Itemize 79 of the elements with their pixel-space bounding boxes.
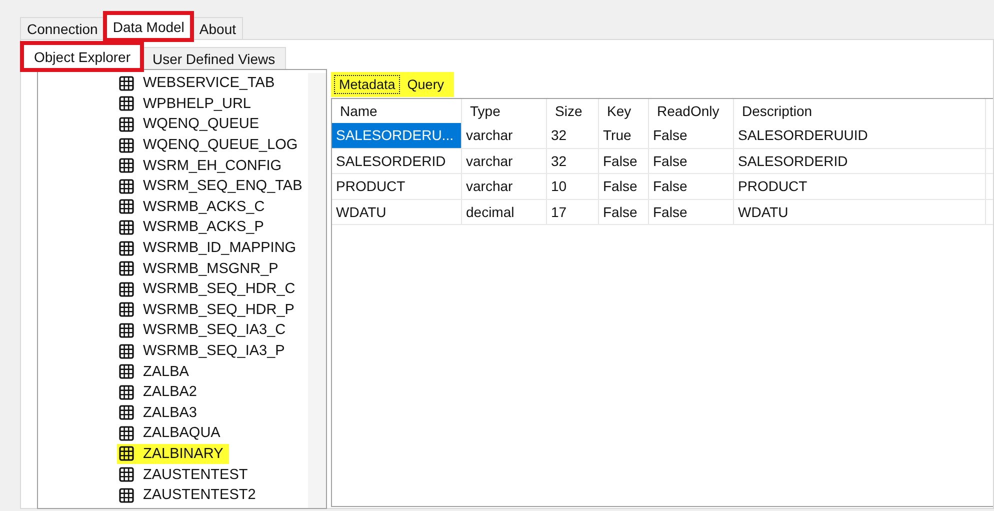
table-icon (119, 96, 134, 112)
tab[interactable]: Metadata (333, 74, 402, 95)
table-icon (119, 488, 134, 503)
table-cell-text: False (602, 202, 638, 222)
tree-item[interactable]: WSRMB_ACKS_P (117, 217, 270, 238)
table-cell-text: False (652, 152, 688, 170)
tab[interactable]: Connection (20, 17, 105, 39)
table-icon (119, 178, 134, 194)
tree-item[interactable]: WSRMB_SEQ_HDR_C (117, 278, 302, 300)
tree-item[interactable]: WSRM_EH_CONFIG (117, 155, 288, 176)
table-cell-text: SALESORDERUUID (737, 126, 869, 145)
table-cell-text: varchar (465, 152, 514, 170)
table-cell-text: 17 (550, 202, 568, 222)
tab[interactable]: User Defined Views (141, 47, 286, 69)
table-icon (119, 344, 134, 359)
table-icon (119, 220, 134, 235)
tree-item[interactable]: ZALBA2 (117, 382, 203, 402)
tree-item[interactable]: WSRMB_SEQ_IA3_C (117, 320, 292, 341)
table-icon (119, 116, 134, 132)
table-cell-text: decimal (465, 202, 516, 222)
tree-item[interactable]: WSRMB_SEQ_HDR_P (117, 300, 300, 320)
column-header[interactable]: ReadOnly (649, 99, 734, 123)
tab[interactable]: Data Model (106, 14, 192, 39)
column-header[interactable]: Size (547, 99, 599, 123)
tab[interactable]: Query (401, 74, 450, 95)
table-cell-text: varchar (465, 177, 514, 196)
table-icon (119, 384, 134, 400)
tab[interactable]: Object Explorer (23, 44, 142, 69)
table-cell-text: PRODUCT (737, 177, 808, 196)
table-cell-text: varchar (465, 126, 514, 145)
tree-item[interactable]: WSRM_SEQ_ENQ_TAB (117, 176, 308, 197)
table-icon (119, 261, 134, 276)
table-cell-text: SALESORDERID (737, 152, 849, 170)
table-icon (119, 405, 134, 420)
table-icon (119, 282, 134, 297)
table-cell[interactable]: PRODUCT (332, 174, 461, 198)
tree-item[interactable]: WEBSERVICE_TAB (117, 73, 281, 94)
table-cell-text: False (602, 152, 638, 170)
tree-item[interactable]: WQENQ_QUEUE (117, 114, 266, 135)
table-icon (119, 302, 134, 318)
table-cell-text: False (652, 202, 688, 222)
table-icon (119, 322, 134, 338)
table-icon (119, 364, 134, 380)
table-cell-text: 32 (550, 126, 568, 145)
table-cell-text: 10 (550, 177, 568, 196)
table-cell-text: False (652, 126, 688, 145)
tree-item[interactable]: ZAUSTENTEST (117, 464, 254, 485)
tree-item[interactable]: ZALBA3 (117, 402, 203, 424)
table-cell-text: False (602, 177, 638, 196)
table-icon (119, 467, 134, 482)
table-icon (119, 76, 134, 91)
table-cell-text: 32 (550, 152, 568, 170)
tree-item[interactable]: WPBHELP_URL (117, 94, 257, 114)
tree-item[interactable]: WSRMB_ID_MAPPING (117, 238, 302, 258)
column-header[interactable]: Type (462, 99, 547, 123)
tree-item[interactable]: WSRMB_MSGNR_P (117, 258, 284, 279)
table-cell-text: True (602, 126, 632, 145)
scrollbar[interactable] (308, 73, 326, 508)
tree-item[interactable]: ZALBAQUA (117, 423, 226, 444)
tree-item[interactable]: WSRMB_ACKS_C (117, 196, 271, 218)
table-cell[interactable]: WDATU (332, 200, 461, 224)
table-cell[interactable]: SALESORDERU... (332, 123, 461, 148)
table-icon (119, 426, 134, 441)
table-icon (119, 158, 134, 174)
tree-item[interactable]: ZALBA (117, 361, 195, 382)
tree-item[interactable]: ZAUSTENTEST2 (117, 484, 262, 506)
table-cell-text: False (652, 177, 688, 196)
tree-item[interactable]: WSRMB_SEQ_IA3_P (117, 340, 291, 362)
table-icon (119, 138, 134, 153)
column-header[interactable]: Description (734, 99, 986, 123)
table-cell[interactable]: SALESORDERID (332, 148, 461, 173)
table-cell-text: WDATU (737, 202, 790, 222)
table-icon (119, 199, 134, 214)
tab[interactable]: About (192, 17, 244, 39)
column-header[interactable]: Key (599, 99, 649, 123)
tree-item[interactable]: ZALBINARY (117, 444, 230, 464)
tree-item[interactable]: WQENQ_QUEUE_LOG (117, 134, 304, 156)
table-icon (119, 446, 134, 462)
table-icon (119, 240, 134, 256)
